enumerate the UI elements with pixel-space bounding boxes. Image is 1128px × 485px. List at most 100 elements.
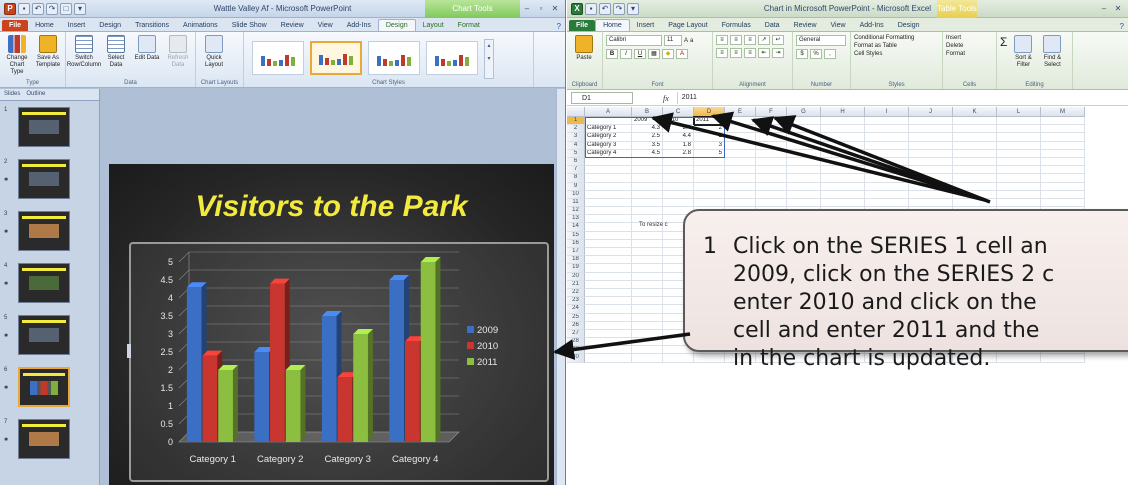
cell-b19[interactable] (632, 264, 663, 273)
cell-a12[interactable] (585, 207, 632, 216)
cell-f5[interactable] (756, 149, 787, 158)
row-header[interactable]: 19 (567, 264, 585, 273)
cell-j10[interactable] (909, 190, 953, 199)
row-header[interactable]: 5 (567, 149, 585, 158)
column-header-j[interactable]: J (909, 107, 953, 117)
cell-l10[interactable] (997, 190, 1041, 199)
cell-b30[interactable] (632, 354, 663, 363)
cell-c11[interactable] (663, 198, 694, 208)
tab-formulas[interactable]: Formulas (715, 20, 758, 31)
row-header[interactable]: 17 (567, 248, 585, 257)
column-header-a[interactable]: A (585, 107, 632, 117)
tab-chart-format[interactable]: Format (451, 20, 487, 31)
cell-e4[interactable] (725, 141, 756, 150)
tab-data[interactable]: Data (758, 20, 787, 31)
cell-f1[interactable] (756, 117, 787, 126)
comma-icon[interactable]: , (824, 49, 836, 59)
align-bottom-icon[interactable]: ≡ (744, 35, 756, 45)
align-right-icon[interactable]: ≡ (744, 48, 756, 58)
cell-i7[interactable] (865, 166, 909, 175)
cell-d3[interactable]: 2 (694, 133, 725, 142)
cell-f6[interactable] (756, 157, 787, 167)
row-header[interactable]: 9 (567, 182, 585, 191)
cell-a18[interactable] (585, 256, 632, 265)
tab-file[interactable]: File (2, 20, 29, 31)
name-box[interactable]: D1 (571, 92, 633, 104)
current-slide[interactable]: Visitors to the Park 0 0.5 1 1.5 2 2.5 3 3.5 4 4.… (109, 164, 554, 485)
cell-a13[interactable] (585, 215, 632, 224)
cell-g6[interactable] (787, 157, 821, 167)
row-header[interactable]: 23 (567, 297, 585, 306)
cell-b8[interactable] (632, 174, 663, 183)
cell-c10[interactable] (663, 190, 694, 199)
cell-e9[interactable] (725, 182, 756, 191)
cell-h10[interactable] (821, 190, 865, 199)
cell-l2[interactable] (997, 125, 1041, 134)
row-header[interactable]: 7 (567, 166, 585, 175)
cell-a20[interactable] (585, 272, 632, 281)
cell-a6[interactable] (585, 157, 632, 167)
cell-k9[interactable] (953, 182, 997, 191)
row-header[interactable]: 10 (567, 190, 585, 199)
cell-m2[interactable] (1041, 125, 1085, 134)
row-header[interactable]: 13 (567, 215, 585, 224)
row-header[interactable]: 4 (567, 141, 585, 150)
underline-icon[interactable]: U (634, 49, 646, 59)
close-icon[interactable]: ✕ (549, 3, 561, 14)
cell-m10[interactable] (1041, 190, 1085, 199)
cell-i1[interactable] (865, 117, 909, 126)
increase-indent-icon[interactable]: ⇥ (772, 48, 784, 58)
cell-b20[interactable] (632, 272, 663, 281)
font-name-select[interactable]: Calibri (606, 35, 662, 46)
cell-e7[interactable] (725, 166, 756, 175)
cell-k3[interactable] (953, 133, 997, 142)
cell-d9[interactable] (694, 182, 725, 191)
cell-b17[interactable] (632, 248, 663, 257)
row-header[interactable]: 22 (567, 288, 585, 298)
chart-style-1[interactable] (252, 41, 304, 75)
cell-e11[interactable] (725, 198, 756, 208)
cell-a25[interactable] (585, 313, 632, 322)
italic-icon[interactable]: I (620, 49, 632, 59)
borders-icon[interactable]: ▦ (648, 49, 660, 59)
cell-b10[interactable] (632, 190, 663, 199)
cell-b27[interactable] (632, 329, 663, 339)
cell-g11[interactable] (787, 198, 821, 208)
maximize-icon[interactable]: ▫ (535, 3, 547, 14)
decrease-indent-icon[interactable]: ⇤ (758, 48, 770, 58)
cell-e5[interactable] (725, 149, 756, 158)
cell-a19[interactable] (585, 264, 632, 273)
cell-d1[interactable]: 2011 (693, 115, 726, 127)
insert-function-icon[interactable]: fx (663, 94, 669, 103)
cell-b29[interactable] (632, 346, 663, 355)
cell-j9[interactable] (909, 182, 953, 191)
cell-m11[interactable] (1041, 198, 1085, 208)
cell-i6[interactable] (865, 157, 909, 167)
autosum-icon[interactable]: Σ (1000, 35, 1007, 89)
cell-f7[interactable] (756, 166, 787, 175)
find-select-button[interactable]: Find & Select (1039, 35, 1065, 89)
cell-m3[interactable] (1041, 133, 1085, 142)
cell-g2[interactable] (787, 125, 821, 134)
currency-icon[interactable]: $ (796, 49, 808, 59)
cell-b12[interactable] (632, 207, 663, 216)
tab-page-layout[interactable]: Page Layout (661, 20, 714, 31)
cell-h7[interactable] (821, 166, 865, 175)
cell-k4[interactable] (953, 141, 997, 150)
cell-b3[interactable]: 2.5 (632, 133, 663, 142)
cell-b22[interactable] (632, 288, 663, 298)
row-header[interactable]: 27 (567, 329, 585, 339)
cell-e2[interactable] (725, 125, 756, 134)
row-header[interactable]: 20 (567, 272, 585, 281)
number-format-select[interactable]: General (796, 35, 846, 46)
cell-g10[interactable] (787, 190, 821, 199)
cell-i11[interactable] (865, 198, 909, 208)
row-header[interactable]: 8 (567, 174, 585, 183)
cell-a29[interactable] (585, 346, 632, 355)
tab-add-ins[interactable]: Add-Ins (853, 20, 891, 31)
paste-button[interactable]: Paste (570, 35, 598, 89)
cell-j5[interactable] (909, 149, 953, 158)
format-as-table-button[interactable]: Format as Table (854, 43, 939, 49)
cell-d7[interactable] (694, 166, 725, 175)
cell-a23[interactable] (585, 297, 632, 306)
